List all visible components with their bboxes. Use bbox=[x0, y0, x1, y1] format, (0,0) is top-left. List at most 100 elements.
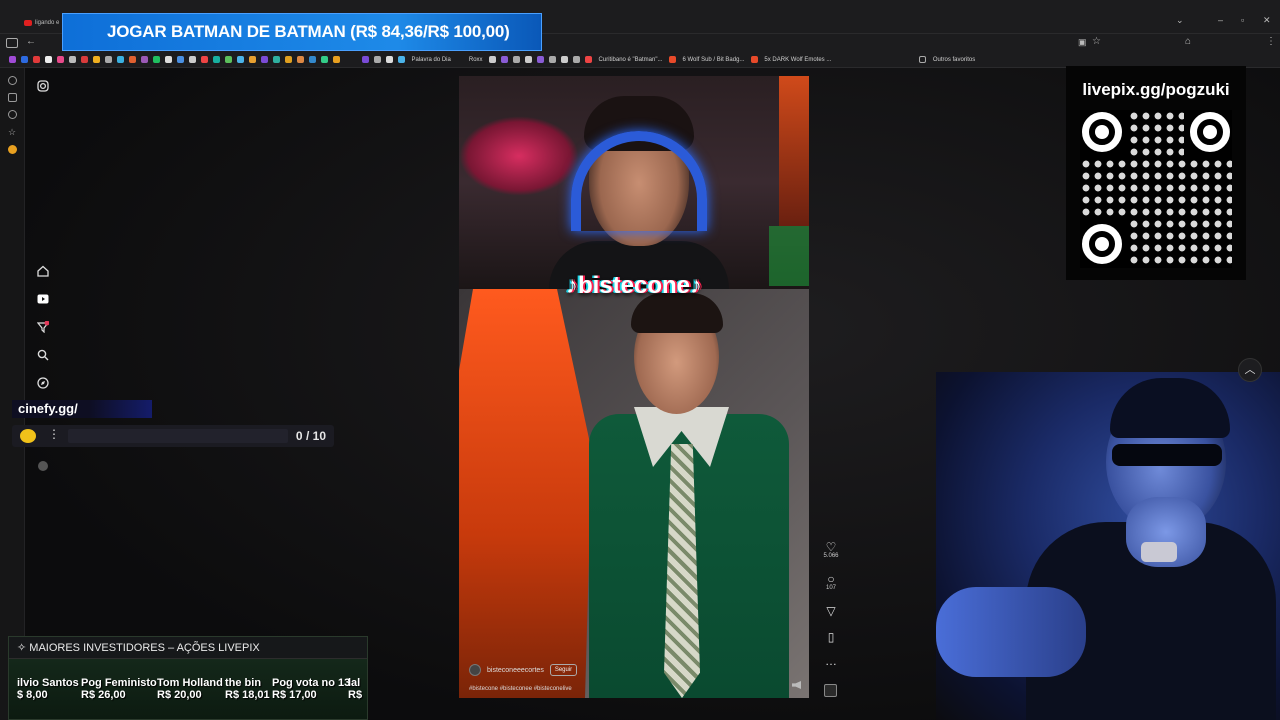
bookmark-icon[interactable] bbox=[386, 56, 393, 63]
bookmark-icon[interactable] bbox=[308, 56, 316, 63]
comment-count: 107 bbox=[825, 585, 836, 591]
bookmark-icon[interactable] bbox=[374, 56, 381, 63]
menu-icon[interactable]: ⋮ bbox=[1266, 36, 1276, 47]
bookmark-icon[interactable] bbox=[489, 56, 497, 63]
sidebar-tabs-icon[interactable] bbox=[8, 93, 17, 102]
sidebar-toggle-icon[interactable] bbox=[6, 38, 18, 48]
follow-button[interactable]: Seguir bbox=[549, 664, 578, 676]
qr-share-icon[interactable]: ▣ bbox=[1078, 37, 1087, 48]
bookmark-icon[interactable] bbox=[68, 56, 76, 63]
investor-entry: ilvio Santos $ 8,00 bbox=[17, 677, 79, 701]
bookmark-icon[interactable] bbox=[549, 56, 557, 63]
star-icon[interactable]: ☆ bbox=[1092, 36, 1101, 47]
bookmark-icon[interactable] bbox=[200, 56, 208, 63]
bookmark-link[interactable]: Palavra do Dia bbox=[412, 57, 451, 63]
maximize-icon[interactable]: ▫ bbox=[1241, 15, 1244, 25]
bookmark-icon[interactable] bbox=[152, 56, 160, 63]
webcam-overlay bbox=[459, 76, 809, 289]
bookmark-icon[interactable] bbox=[44, 56, 52, 63]
progress-total: 10 bbox=[312, 429, 326, 443]
sparkle-icon: ✧ bbox=[17, 642, 27, 654]
extension-icon[interactable]: ⌂ bbox=[1185, 36, 1191, 47]
comment-action[interactable]: ○ 107 bbox=[822, 573, 840, 591]
music-disc-icon[interactable] bbox=[824, 684, 837, 697]
investor-amount: R$ 17,00 bbox=[272, 689, 317, 701]
more-icon[interactable]: ⋮ bbox=[48, 427, 60, 441]
bookmark-icon[interactable] bbox=[525, 56, 533, 63]
bookmark-icon[interactable] bbox=[8, 56, 16, 63]
bookmark-icon[interactable] bbox=[92, 56, 100, 63]
bookmark-icon[interactable] bbox=[212, 56, 220, 63]
bookmark-icon[interactable] bbox=[513, 56, 521, 63]
bookmark-link[interactable]: Roxx bbox=[469, 57, 483, 63]
bookmark-icon[interactable] bbox=[248, 56, 256, 63]
sidebar-extension-icon[interactable] bbox=[8, 145, 17, 154]
close-icon[interactable]: ✕ bbox=[1263, 15, 1271, 26]
bookmark-icon[interactable] bbox=[561, 56, 569, 63]
like-count: 5.066 bbox=[823, 553, 839, 559]
bookmark-icon[interactable] bbox=[164, 56, 172, 63]
investor-amount: $ 8,00 bbox=[17, 689, 48, 701]
sidebar-ai-icon[interactable] bbox=[8, 76, 17, 85]
bookmark-link[interactable]: 5x DARK Wolf Emotes ... bbox=[764, 57, 831, 63]
profile-avatar[interactable] bbox=[38, 461, 48, 471]
tab-list-icon[interactable]: ⌄ bbox=[1176, 15, 1184, 26]
bookmark-icon[interactable] bbox=[80, 56, 88, 63]
sidebar-star-icon[interactable]: ☆ bbox=[8, 127, 17, 137]
investor-name: the bin bbox=[225, 677, 262, 689]
bookmark-icon[interactable] bbox=[537, 56, 545, 63]
bookmark-icon[interactable] bbox=[362, 56, 369, 63]
like-action[interactable]: ♡ 5.066 bbox=[822, 541, 840, 559]
bookmark-icon[interactable] bbox=[104, 56, 112, 63]
home-icon[interactable] bbox=[37, 265, 49, 277]
back-icon[interactable]: ← bbox=[26, 36, 36, 47]
bookmark-icon[interactable] bbox=[272, 56, 280, 63]
bookmark-icon[interactable] bbox=[296, 56, 304, 63]
author-name[interactable]: bisteconeeecortes bbox=[487, 667, 544, 674]
video-hashtags[interactable]: #bistecone #bisteconee #bisteconelive bbox=[469, 686, 572, 692]
cinefy-progress: ⋮ 0 / 10 bbox=[12, 425, 334, 447]
screen: ligando e ⌄ – ▫ ✕ ← ▣ ☆ ⌂ ⋮ Palavra do D… bbox=[0, 0, 1280, 720]
bookmark-icon[interactable] bbox=[116, 56, 124, 63]
more-options[interactable]: … bbox=[822, 655, 840, 667]
bookmark-icon[interactable] bbox=[320, 56, 328, 63]
video-author-row: bisteconeeecortes Seguir bbox=[469, 664, 578, 676]
sidebar-history-icon[interactable] bbox=[8, 110, 17, 119]
explore-icon[interactable] bbox=[37, 377, 49, 389]
donation-goal-banner: JOGAR BATMAN DE BATMAN (R$ 84,36/R$ 100,… bbox=[62, 13, 542, 51]
bookmark-icon[interactable] bbox=[188, 56, 196, 63]
bookmark-icon[interactable] bbox=[20, 56, 28, 63]
author-avatar[interactable] bbox=[469, 664, 481, 676]
investor-entry: Pog vota no 13 R$ 17,00 bbox=[272, 677, 350, 701]
investor-name: Pog Feministo bbox=[81, 677, 157, 689]
share-action[interactable]: ▽ bbox=[822, 605, 840, 617]
bookmark-icon[interactable] bbox=[284, 56, 292, 63]
other-bookmarks-link[interactable]: Outros favoritos bbox=[933, 57, 975, 63]
bookmark-icon[interactable] bbox=[332, 56, 340, 63]
bookmark-icon[interactable] bbox=[573, 56, 581, 63]
bookmark-icon[interactable] bbox=[140, 56, 148, 63]
search-icon[interactable] bbox=[37, 349, 49, 361]
scroll-up-button[interactable]: ︿ bbox=[1238, 358, 1262, 382]
bookmark-icon[interactable] bbox=[501, 56, 509, 63]
inbox-icon[interactable] bbox=[37, 321, 49, 333]
streamer-webcam bbox=[936, 372, 1280, 720]
qr-code bbox=[1080, 110, 1232, 268]
bookmark-icon[interactable] bbox=[56, 56, 64, 63]
bookmark-icon[interactable] bbox=[32, 56, 40, 63]
chevron-up-icon: ︿ bbox=[1244, 364, 1256, 376]
bookmark-link[interactable]: Curitibano é "Batman"... bbox=[599, 57, 663, 63]
save-action[interactable]: ▯ bbox=[822, 631, 840, 643]
bookmark-icon[interactable] bbox=[224, 56, 232, 63]
bookmark-icon[interactable] bbox=[260, 56, 268, 63]
bookmark-icon[interactable] bbox=[236, 56, 244, 63]
video-player[interactable]: ♪bistecone♪ bisteconeeecortes Seguir #bi… bbox=[459, 76, 809, 698]
bookmark-link[interactable]: 6 Wolf Sub / Bit Badg... bbox=[683, 57, 745, 63]
minimize-icon[interactable]: – bbox=[1218, 15, 1223, 25]
video-icon[interactable] bbox=[37, 293, 49, 305]
bookmark-icon[interactable] bbox=[128, 56, 136, 63]
instagram-icon[interactable] bbox=[37, 80, 49, 92]
progress-count: 0 / 10 bbox=[296, 429, 326, 443]
bookmark-icon bbox=[585, 56, 593, 63]
bookmark-icon[interactable] bbox=[176, 56, 184, 63]
